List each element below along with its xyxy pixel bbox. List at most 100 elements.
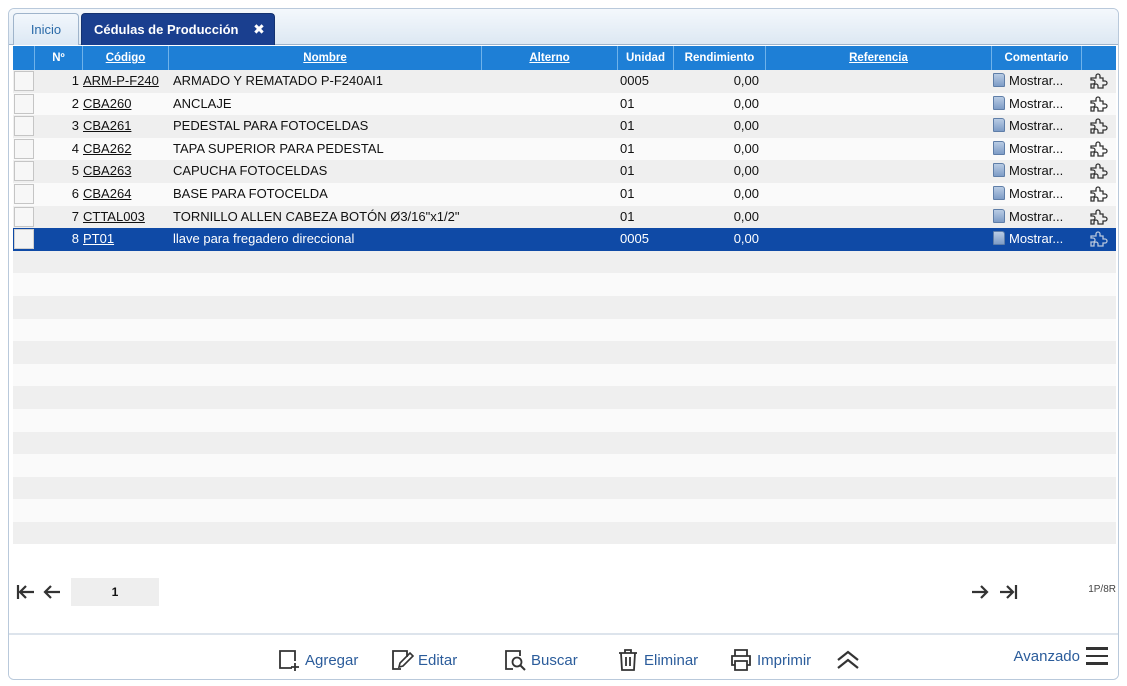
printer-icon — [731, 649, 751, 671]
row-comment-button[interactable]: Mostrar... — [993, 183, 1083, 206]
row-code-link[interactable]: CBA262 — [83, 138, 175, 161]
tab-bar: Inicio Cédulas de Producción ✖ — [9, 9, 1118, 45]
row-comment-button[interactable]: Mostrar... — [993, 160, 1083, 183]
close-icon[interactable]: ✖ — [252, 22, 266, 36]
page-number[interactable]: 1 — [71, 578, 159, 606]
table-row[interactable]: 8 PT01 llave para fregadero direccional 000… — [13, 228, 1116, 251]
row-name: ARMADO Y REMATADO P-F240AI1 — [173, 73, 383, 88]
row-comment-button[interactable]: Mostrar... — [993, 228, 1083, 251]
row-number: 7 — [71, 208, 79, 224]
row-checkbox[interactable] — [14, 93, 34, 114]
document-icon — [993, 163, 1005, 178]
row-unit: 0005 — [620, 73, 649, 88]
table-row[interactable]: 5 CBA263 CAPUCHA FOTOCELDAS 01 0,00 Mostrar..… — [13, 160, 1116, 183]
add-button[interactable]: Agregar — [277, 648, 358, 672]
puzzle-icon[interactable] — [1089, 72, 1109, 90]
row-comment-label: Mostrar... — [1009, 118, 1064, 134]
puzzle-icon[interactable] — [1089, 95, 1109, 113]
table-row[interactable]: 7 CTTAL003 TORNILLO ALLEN CABEZA BOTÓN Ø3/… — [13, 205, 1116, 229]
puzzle-icon[interactable] — [1089, 208, 1109, 226]
search-icon — [505, 650, 526, 671]
delete-button[interactable]: Eliminar — [616, 648, 698, 672]
empty-row — [13, 408, 1116, 432]
table-row[interactable]: 3 CBA261 PEDESTAL PARA FOTOCELDAS 01 0,00 Mos… — [13, 115, 1116, 138]
header-select — [13, 46, 35, 70]
table-row[interactable]: 4 CBA262 TAPA SUPERIOR PARA PEDESTAL 01 0,00… — [13, 137, 1116, 161]
table-row[interactable]: 6 CBA264 BASE PARA FOTOCELDA 01 0,00 Mostrar.… — [13, 182, 1116, 206]
edit-icon — [392, 650, 414, 670]
row-name: CAPUCHA FOTOCELDAS — [173, 163, 328, 179]
prev-page-icon[interactable] — [41, 581, 63, 603]
row-checkbox[interactable] — [14, 116, 34, 137]
row-comment-label: Mostrar... — [1009, 231, 1064, 247]
chevron-up-double-icon — [837, 650, 859, 669]
row-comment-button[interactable]: Mostrar... — [993, 70, 1083, 93]
row-checkbox[interactable] — [14, 183, 34, 204]
first-page-icon[interactable] — [15, 581, 37, 603]
advanced-button[interactable]: Avanzado — [1014, 647, 1108, 665]
row-comment-button[interactable]: Mostrar... — [993, 206, 1083, 229]
row-unit: 01 — [620, 95, 635, 111]
row-comment-button[interactable]: Mostrar... — [993, 138, 1083, 161]
empty-row — [13, 363, 1116, 387]
row-comment-button[interactable]: Mostrar... — [993, 93, 1083, 116]
row-yield: 0,00 — [733, 73, 759, 88]
record-count: 1P/8R — [1088, 584, 1116, 595]
row-number: 2 — [71, 95, 79, 111]
header-rendimiento[interactable]: Rendimiento — [674, 46, 766, 70]
row-code-link[interactable]: CTTAL003 — [83, 206, 175, 229]
header-alterno[interactable]: Alterno — [482, 46, 618, 70]
header-num[interactable]: Nº — [35, 46, 83, 70]
next-page-icon[interactable] — [969, 581, 991, 603]
edit-label: Editar — [418, 651, 458, 669]
search-button[interactable]: Buscar — [503, 648, 578, 672]
row-comment-button[interactable]: Mostrar... — [993, 115, 1083, 138]
row-code-link[interactable]: CBA263 — [83, 160, 175, 183]
row-checkbox[interactable] — [14, 229, 34, 250]
tab-cedulas-de-produccion[interactable]: Cédulas de Producción ✖ — [81, 13, 275, 45]
row-comment-label: Mostrar... — [1009, 140, 1064, 156]
puzzle-icon[interactable] — [1089, 230, 1109, 248]
header-unidad[interactable]: Unidad — [618, 46, 674, 70]
row-code-link[interactable]: ARM-P-F240 — [83, 70, 175, 93]
tab-inicio[interactable]: Inicio — [13, 13, 79, 45]
row-checkbox[interactable] — [14, 161, 34, 182]
grid-header: Nº Código Nombre Alterno Unidad Rendimie… — [13, 46, 1116, 70]
document-icon — [993, 208, 1005, 223]
row-number: 4 — [71, 140, 79, 156]
row-code-link[interactable]: CBA264 — [83, 183, 175, 206]
row-unit: 01 — [620, 140, 635, 156]
edit-button[interactable]: Editar — [390, 648, 457, 672]
header-comentario[interactable]: Comentario — [992, 46, 1082, 70]
row-comment-label: Mostrar... — [1009, 185, 1064, 201]
header-codigo[interactable]: Código — [83, 46, 169, 70]
row-checkbox[interactable] — [14, 138, 34, 159]
data-grid: Nº Código Nombre Alterno Unidad Rendimie… — [13, 46, 1116, 545]
document-icon — [993, 140, 1005, 155]
row-code-link[interactable]: CBA260 — [83, 93, 175, 116]
menu-icon — [1086, 647, 1108, 665]
table-row[interactable]: 1 ARM-P-F240 ARMADO Y REMATADO P-F240AI1 00… — [13, 70, 1116, 93]
empty-row — [13, 341, 1116, 364]
row-name: llave para fregadero direccional — [173, 231, 355, 247]
row-checkbox[interactable] — [14, 71, 34, 91]
collapse-button[interactable] — [835, 648, 865, 672]
row-code-link[interactable]: PT01 — [83, 228, 175, 251]
puzzle-icon[interactable] — [1089, 140, 1109, 158]
table-row[interactable]: 2 CBA260 ANCLAJE 01 0,00 Mostrar... — [13, 92, 1116, 116]
pager: 1 1P/8R — [13, 578, 1116, 606]
puzzle-icon[interactable] — [1089, 162, 1109, 180]
row-name: ANCLAJE — [173, 95, 232, 111]
row-code-link[interactable]: CBA261 — [83, 115, 175, 138]
advanced-label: Avanzado — [1013, 647, 1080, 665]
row-yield: 0,00 — [733, 118, 759, 134]
puzzle-icon[interactable] — [1089, 117, 1109, 135]
row-checkbox[interactable] — [14, 206, 34, 227]
header-nombre[interactable]: Nombre — [169, 46, 482, 70]
puzzle-icon[interactable] — [1089, 185, 1109, 203]
empty-row — [13, 318, 1116, 342]
print-button[interactable]: Imprimir — [729, 648, 811, 672]
last-page-icon[interactable] — [997, 581, 1019, 603]
header-referencia[interactable]: Referencia — [766, 46, 992, 70]
row-comment-label: Mostrar... — [1009, 95, 1064, 111]
